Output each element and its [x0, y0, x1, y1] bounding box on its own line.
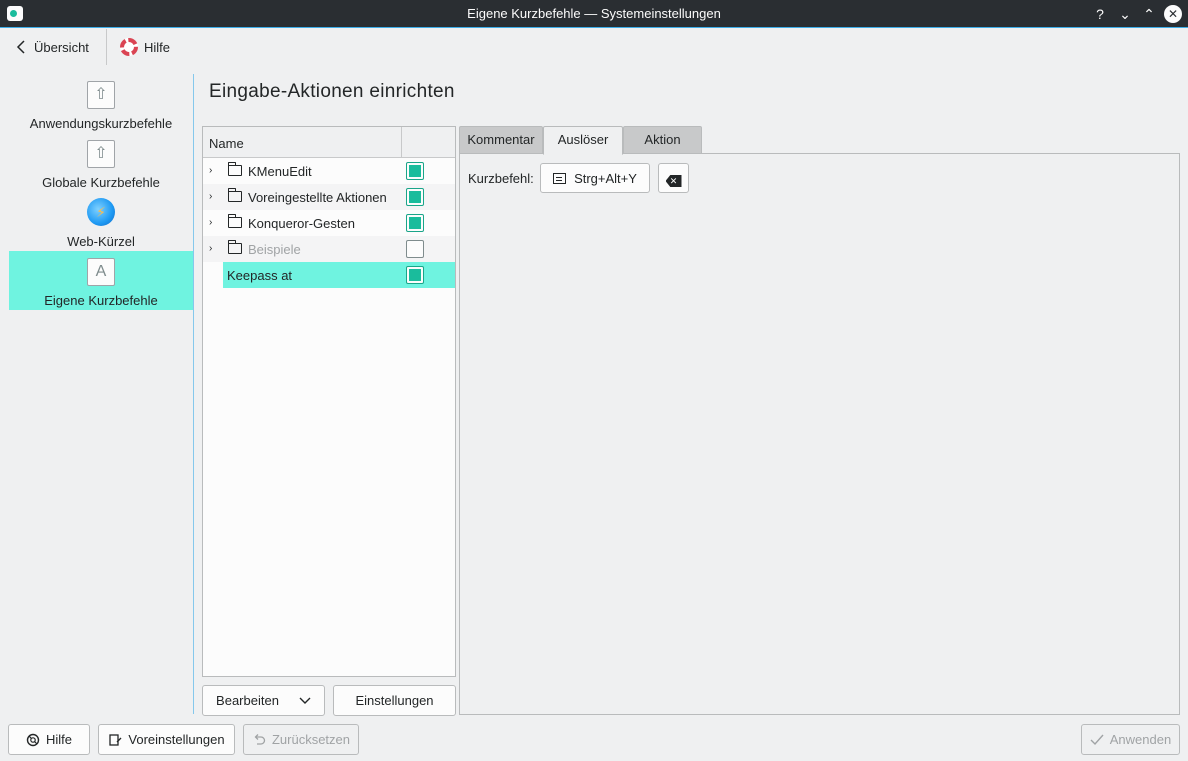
sidebar-item-label: Eigene Kurzbefehle — [44, 293, 158, 308]
apply-button[interactable]: Anwenden — [1081, 724, 1180, 755]
folder-icon — [228, 240, 242, 254]
tab-comment[interactable]: Kommentar — [459, 126, 543, 154]
enabled-checkbox[interactable] — [406, 188, 424, 206]
toolbar: Übersicht Hilfe — [0, 29, 1188, 65]
backspace-clear-icon: ✕ — [665, 175, 682, 187]
sidebar-item-label: Anwendungskurzbefehle — [29, 116, 173, 131]
help-label: Hilfe — [144, 39, 171, 55]
edit-dropdown-button[interactable]: Bearbeiten — [202, 685, 325, 716]
document-defaults-icon — [109, 733, 122, 746]
folder-icon — [228, 162, 242, 176]
toolbar-divider — [106, 29, 107, 65]
reset-label: Zurücksetzen — [271, 732, 351, 747]
back-arrow-icon — [16, 40, 25, 54]
letter-key-icon: A — [87, 258, 115, 286]
tree-row-label: KMenuEdit — [248, 164, 312, 179]
tree-row-label: Voreingestellte Aktionen — [248, 190, 387, 205]
shortcut-value: Strg+Alt+Y — [574, 170, 637, 186]
tree-row-preset-actions[interactable]: › Voreingestellte Aktionen — [203, 184, 455, 210]
lifebuoy-icon — [120, 38, 138, 56]
settings-button-label: Einstellungen — [355, 693, 434, 708]
sidebar-divider — [193, 74, 194, 714]
keyboard-shortcut-icon: ⇧ — [87, 140, 115, 168]
help-window-button[interactable]: ? — [1090, 4, 1110, 24]
clear-shortcut-button[interactable]: ✕ — [658, 163, 689, 193]
lifebuoy-icon — [26, 733, 40, 746]
minimize-button[interactable]: ⌄ — [1115, 4, 1135, 24]
folder-icon — [228, 214, 242, 228]
tree-row-examples[interactable]: › Beispiele — [203, 236, 455, 262]
checkmark-icon — [1090, 734, 1104, 745]
enabled-checkbox[interactable] — [406, 240, 424, 258]
maximize-button[interactable]: ⌃ — [1139, 4, 1159, 24]
tree-row-keepass-at[interactable]: Keepass at — [203, 262, 455, 288]
overview-back-button[interactable]: Übersicht — [14, 29, 89, 65]
sidebar-item-web-shortcuts[interactable]: ⚡ Web-Kürzel — [9, 192, 193, 251]
globe-icon: ⚡ — [87, 198, 115, 226]
tree-row-konqueror-gestures[interactable]: › Konqueror-Gesten — [203, 210, 455, 236]
edit-button-label: Bearbeiten — [216, 693, 279, 708]
trigger-tab-panel: Kurzbefehl: Strg+Alt+Y ✕ — [459, 153, 1180, 715]
chevron-right-icon[interactable]: › — [209, 243, 212, 254]
undo-icon — [254, 733, 266, 745]
actions-tree[interactable]: Name › KMenuEdit › Voreingestellte Aktio… — [202, 126, 456, 677]
tree-row-kmenuedit[interactable]: › KMenuEdit — [203, 158, 455, 184]
tree-header: Name — [203, 127, 455, 158]
page-title: Eingabe-Aktionen einrichten — [209, 81, 455, 102]
footer-help-label: Hilfe — [45, 732, 72, 747]
sidebar-item-label: Web-Kürzel — [67, 234, 135, 249]
column-header-name[interactable]: Name — [209, 136, 244, 151]
apply-label: Anwenden — [1109, 732, 1172, 747]
chevron-right-icon[interactable]: › — [209, 217, 212, 228]
keyboard-icon — [553, 172, 567, 184]
overview-label: Übersicht — [34, 39, 89, 55]
settings-button[interactable]: Einstellungen — [333, 685, 456, 716]
chevron-right-icon[interactable]: › — [209, 191, 212, 202]
enabled-checkbox[interactable] — [406, 162, 424, 180]
tab-action[interactable]: Aktion — [623, 126, 702, 154]
shortcut-label: Kurzbefehl: — [468, 171, 534, 186]
sidebar-item-custom-shortcuts[interactable]: A Eigene Kurzbefehle — [9, 251, 193, 310]
tree-row-label: Konqueror-Gesten — [248, 216, 355, 231]
tab-trigger[interactable]: Auslöser — [543, 126, 623, 155]
keyboard-shortcut-icon: ⇧ — [87, 81, 115, 109]
window-title: Eigene Kurzbefehle — Systemeinstellungen — [467, 6, 721, 21]
category-sidebar: ⇧ Anwendungskurzbefehle ⇧ Globale Kurzbe… — [9, 74, 193, 714]
window-titlebar: Eigene Kurzbefehle — Systemeinstellungen… — [0, 0, 1188, 28]
chevron-right-icon[interactable]: › — [209, 165, 212, 176]
chevron-down-icon — [299, 697, 311, 704]
folder-icon — [228, 188, 242, 202]
shortcut-capture-button[interactable]: Strg+Alt+Y — [540, 163, 650, 193]
column-divider — [401, 127, 402, 158]
help-button[interactable]: Hilfe — [120, 29, 170, 65]
footer-help-button[interactable]: Hilfe — [8, 724, 90, 755]
defaults-button[interactable]: Voreinstellungen — [98, 724, 235, 755]
sidebar-item-application-shortcuts[interactable]: ⇧ Anwendungskurzbefehle — [9, 74, 193, 133]
enabled-checkbox[interactable] — [406, 266, 424, 284]
tree-row-label: Beispiele — [248, 242, 301, 257]
enabled-checkbox[interactable] — [406, 214, 424, 232]
tree-row-label: Keepass at — [227, 268, 293, 283]
reset-button[interactable]: Zurücksetzen — [243, 724, 359, 755]
close-window-button[interactable]: ✕ — [1164, 5, 1182, 23]
sidebar-item-global-shortcuts[interactable]: ⇧ Globale Kurzbefehle — [9, 133, 193, 192]
defaults-label: Voreinstellungen — [128, 732, 225, 747]
sidebar-item-label: Globale Kurzbefehle — [42, 175, 160, 190]
